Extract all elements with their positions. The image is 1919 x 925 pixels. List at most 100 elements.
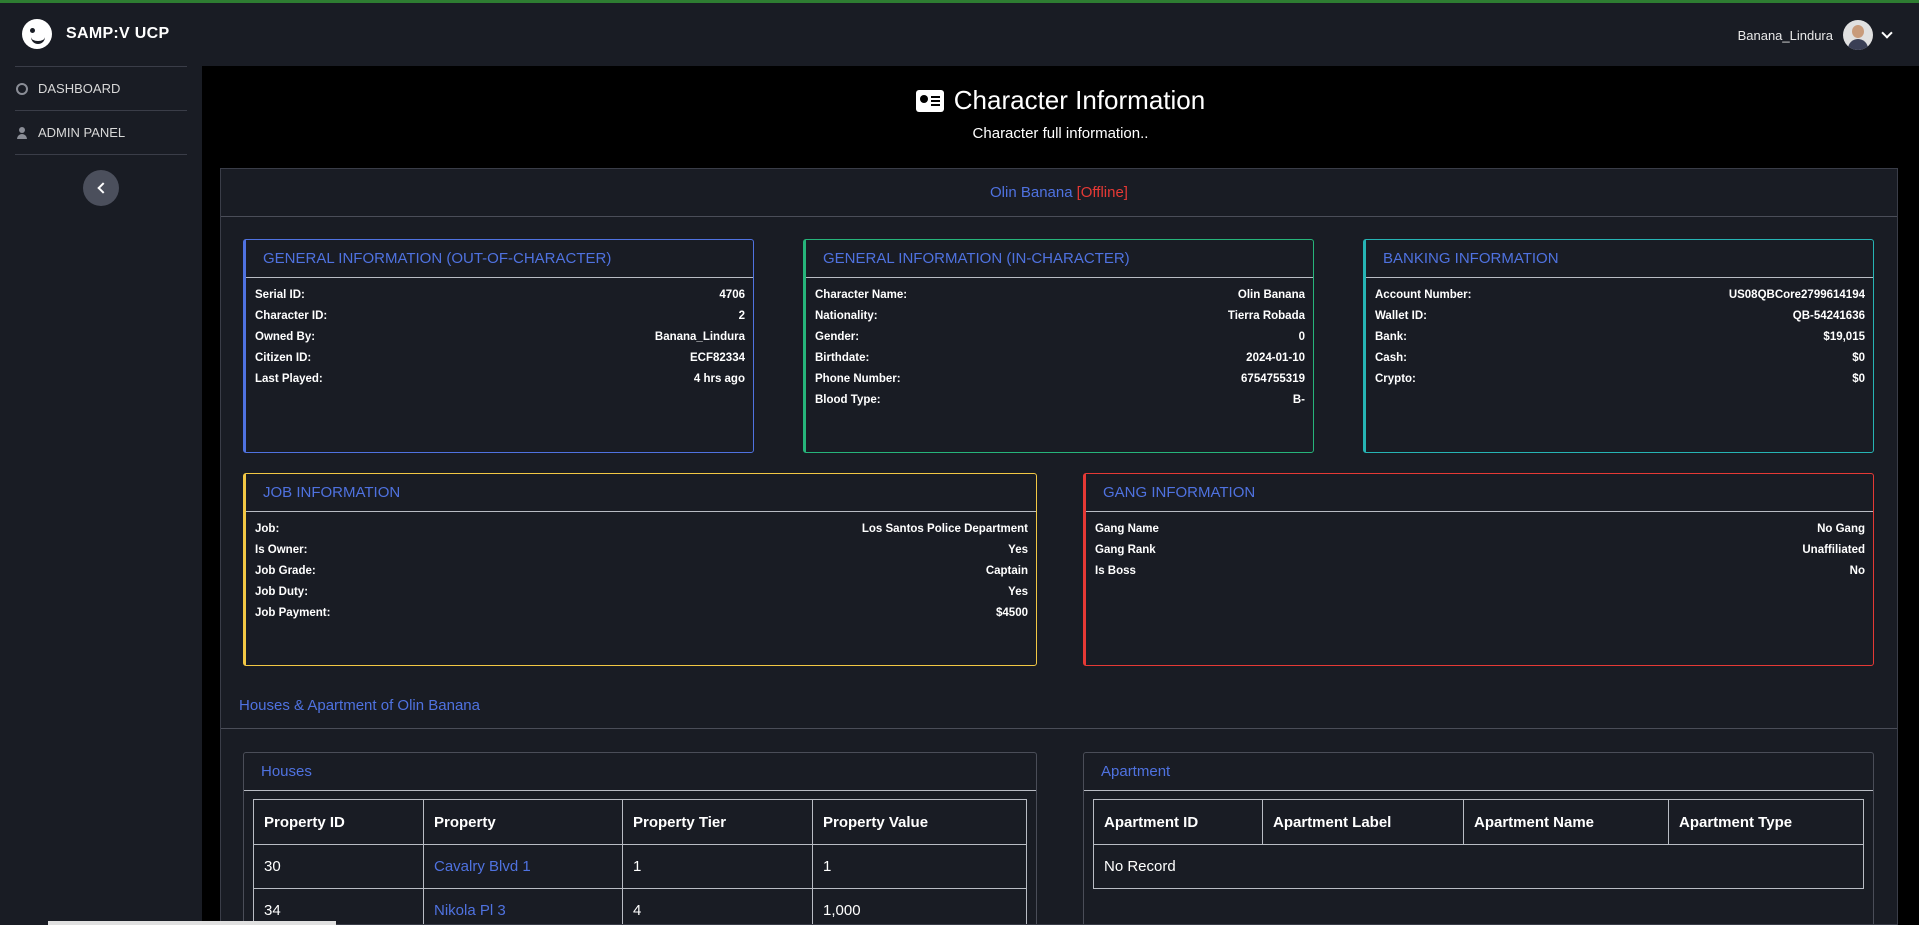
info-label: Nationality:: [815, 309, 878, 322]
info-label: Is Owner:: [255, 543, 308, 556]
gang-info-card: GANG INFORMATION Gang Name No Gang Gang Ra…: [1083, 473, 1874, 666]
avatar[interactable]: [1843, 20, 1873, 50]
table-row: 30 Cavalry Blvd 1 1 1: [253, 844, 1027, 889]
dashboard-icon: [16, 82, 28, 95]
column-header: Apartment ID: [1093, 799, 1263, 845]
info-value: Yes: [1008, 543, 1028, 556]
info-row: Bank: $19,015: [1375, 326, 1865, 347]
info-rows: Serial ID: 4706 Character ID: 2 Owned By: Ban…: [246, 278, 753, 389]
job-info-card: JOB INFORMATION Job: Los Santos Police De…: [243, 473, 1037, 666]
info-row: Job Duty: Yes: [255, 581, 1028, 602]
chevron-down-icon[interactable]: [1881, 27, 1893, 39]
info-label: Wallet ID:: [1375, 309, 1427, 322]
sidebar-item-label: ADMIN PANEL: [38, 125, 126, 140]
info-value: Los Santos Police Department: [861, 522, 1028, 535]
info-row: Blood Type: B-: [815, 389, 1305, 410]
page-header: Character Information Character full inf…: [202, 66, 1919, 168]
info-row: Owned By: Banana_Lindura: [255, 326, 745, 347]
column-header: Apartment Type: [1668, 799, 1864, 845]
card-title: Apartment: [1084, 753, 1873, 791]
info-value: 4706: [719, 288, 745, 301]
page-title: Character Information: [915, 85, 1205, 116]
info-value: $4500: [996, 606, 1028, 619]
sidebar-item-label: DASHBOARD: [38, 81, 121, 96]
page-subtitle: Character full information..: [972, 124, 1149, 142]
empty-record-cell: No Record: [1093, 844, 1864, 889]
property-link[interactable]: Cavalry Blvd 1: [434, 858, 531, 875]
info-label: Birthdate:: [815, 351, 870, 364]
user-icon: [16, 126, 28, 139]
info-rows: Account Number: US08QBCore2799614194 Walle…: [1366, 278, 1873, 389]
info-label: Bank:: [1375, 330, 1407, 343]
info-label: Blood Type:: [815, 393, 881, 406]
property-value-cell: 1,000: [812, 888, 1027, 924]
info-value: 2: [738, 309, 745, 322]
info-value: $0: [1852, 351, 1865, 364]
info-row: Phone Number: 6754755319: [815, 368, 1305, 389]
character-panel: Olin Banana [Offline] GENERAL INFORMATIO…: [220, 168, 1898, 925]
property-cell: Cavalry Blvd 1: [423, 844, 623, 889]
info-value: Unaffiliated: [1802, 543, 1865, 556]
info-row: Cash: $0: [1375, 347, 1865, 368]
info-label: Gender:: [815, 330, 860, 343]
property-link[interactable]: Nikola Pl 3: [434, 902, 506, 919]
properties-section-title: Houses & Apartment of Olin Banana: [239, 697, 480, 714]
info-value: Olin Banana: [1237, 288, 1305, 301]
ic-info-card: GENERAL INFORMATION (IN-CHARACTER) Chara…: [803, 239, 1314, 453]
info-label: Citizen ID:: [255, 351, 312, 364]
info-value: US08QBCore2799614194: [1728, 288, 1865, 301]
info-row: Wallet ID: QB-54241636: [1375, 305, 1865, 326]
info-value: Yes: [1008, 585, 1028, 598]
houses-table: Property ID Property Property Tier Prope…: [253, 799, 1027, 924]
info-label: Account Number:: [1375, 288, 1472, 301]
sidebar-item-admin-panel[interactable]: ADMIN PANEL: [0, 111, 202, 154]
divider: [15, 154, 187, 155]
info-label: Character Name:: [815, 288, 908, 301]
info-rows: Character Name: Olin Banana Nationality: Ti…: [806, 278, 1313, 410]
info-value: ECF82334: [690, 351, 745, 364]
user-menu[interactable]: Banana_Lindura: [1737, 20, 1893, 50]
table-header-row: Property ID Property Property Tier Prope…: [253, 799, 1027, 845]
info-row: Gender: 0: [815, 326, 1305, 347]
info-value: 4 hrs ago: [693, 372, 745, 385]
info-row: Serial ID: 4706: [255, 284, 745, 305]
top-navbar: SAMP:V UCP Banana_Lindura: [0, 3, 1919, 66]
sidebar-collapse-button[interactable]: [83, 170, 119, 206]
banking-info-card: BANKING INFORMATION Account Number: US08Q…: [1363, 239, 1874, 453]
info-value: Captain: [985, 564, 1028, 577]
apartment-table: Apartment ID Apartment Label Apartment N…: [1093, 799, 1864, 889]
info-label: Owned By:: [255, 330, 316, 343]
user-name: Banana_Lindura: [1737, 27, 1833, 43]
info-value: Tierra Robada: [1227, 309, 1305, 322]
horizontal-scrollbar[interactable]: [48, 921, 336, 925]
status-badge: [Offline]: [1076, 184, 1128, 201]
column-header: Property: [423, 799, 623, 845]
table-header-row: Apartment ID Apartment Label Apartment N…: [1093, 799, 1864, 845]
info-row: Citizen ID: ECF82334: [255, 347, 745, 368]
sidebar-item-dashboard[interactable]: DASHBOARD: [0, 67, 202, 110]
property-cell: Nikola Pl 3: [423, 888, 623, 924]
column-header: Property Tier: [622, 799, 813, 845]
brand-name: SAMP:V UCP: [66, 25, 170, 42]
card-title: JOB INFORMATION: [246, 474, 1036, 512]
info-row: Last Played: 4 hrs ago: [255, 368, 745, 389]
brand[interactable]: SAMP:V UCP: [22, 19, 169, 49]
info-label: Job:: [255, 522, 280, 535]
info-value: 0: [1298, 330, 1305, 343]
info-row: Crypto: $0: [1375, 368, 1865, 389]
info-label: Job Duty:: [255, 585, 309, 598]
apartment-card: Apartment Apartment ID Apartment Label A…: [1083, 752, 1874, 924]
card-title: BANKING INFORMATION: [1366, 240, 1873, 278]
property-id-cell: 30: [253, 844, 424, 889]
info-label: Job Grade:: [255, 564, 316, 577]
info-label: Job Payment:: [255, 606, 331, 619]
info-value: $0: [1852, 372, 1865, 385]
card-title: GENERAL INFORMATION (IN-CHARACTER): [806, 240, 1313, 278]
info-label: Serial ID:: [255, 288, 305, 301]
property-id-cell: 34: [253, 888, 424, 924]
info-label: Crypto:: [1375, 372, 1416, 385]
info-row: Gang Rank Unaffiliated: [1095, 539, 1865, 560]
card-title: GANG INFORMATION: [1086, 474, 1873, 512]
info-value: $19,015: [1823, 330, 1865, 343]
info-value: No Gang: [1817, 522, 1865, 535]
